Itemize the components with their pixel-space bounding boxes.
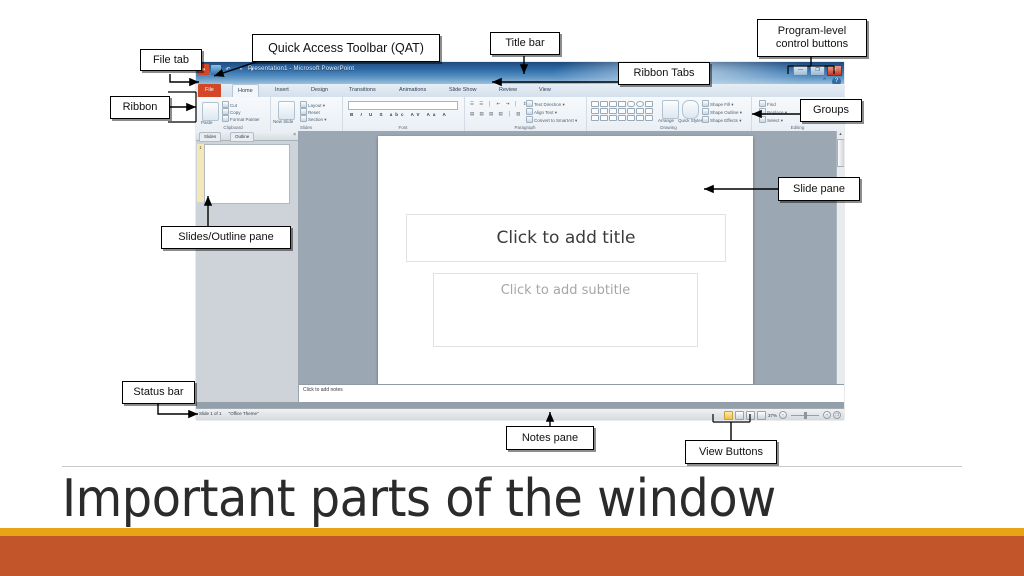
ribbon[interactable]: Paste Cut Copy Format Painter Clipboard … — [196, 97, 844, 132]
close-pane-icon[interactable]: × — [293, 132, 296, 139]
callout-ribbon-tabs: Ribbon Tabs — [618, 62, 710, 85]
minimize-ribbon-icon[interactable]: ⌃ — [820, 77, 829, 84]
view-button-reading-view[interactable] — [745, 410, 755, 420]
subtitle-placeholder[interactable]: Click to add subtitle — [433, 273, 698, 347]
zoom-in-button[interactable]: + — [823, 411, 831, 419]
accent-band-thin — [0, 528, 1024, 536]
quick-styles-button[interactable] — [682, 100, 699, 119]
section-button[interactable]: Section ▾ — [300, 115, 327, 124]
accent-band-thick — [0, 536, 1024, 576]
minimize-button[interactable]: — — [793, 65, 808, 76]
tab-review[interactable]: Review — [494, 84, 522, 97]
undo-icon[interactable]: ↶ — [223, 65, 233, 75]
view-button-normal[interactable] — [723, 410, 733, 420]
view-button-slide-show[interactable] — [756, 410, 766, 420]
callout-slides-outline-pane: Slides/Outline pane — [161, 226, 291, 249]
status-bar-right[interactable]: 37% − + ❐ — [723, 410, 841, 420]
callout-line-2: control buttons — [775, 38, 849, 50]
zoom-slider[interactable] — [791, 411, 819, 419]
status-bar[interactable]: Slide 1 of 1 "Office Theme" 37% − + ❐ — [196, 408, 844, 420]
slide-vertical-scrollbar[interactable]: ▲ ▼ — [836, 131, 844, 402]
format-painter-button[interactable]: Format Painter — [222, 115, 260, 124]
window-title-text: Presentation1 - Microsoft PowerPoint — [248, 66, 355, 72]
slide-thumbnail-number: 1 — [197, 144, 204, 202]
restore-button[interactable]: ❐ — [810, 65, 825, 76]
title-divider — [62, 466, 962, 467]
callout-slide-pane: Slide pane — [778, 177, 860, 201]
slides-outline-tabstrip[interactable]: Slides Outline × — [196, 131, 298, 142]
close-button[interactable]: ✕ — [827, 65, 842, 76]
ribbon-help-row[interactable]: ⌃ ? — [820, 77, 841, 84]
callout-quick-access-toolbar: Quick Access Toolbar (QAT) — [252, 34, 440, 62]
title-placeholder[interactable]: Click to add title — [406, 214, 726, 262]
ribbon-group-clipboard[interactable]: Paste Cut Copy Format Painter Clipboard — [196, 97, 271, 131]
callout-status-bar: Status bar — [122, 381, 195, 404]
powerpoint-body: Slides Outline × 1 Click to add title Cl… — [196, 131, 844, 420]
status-bar-left: Slide 1 of 1 "Office Theme" — [199, 411, 259, 416]
help-icon[interactable]: ? — [832, 77, 841, 84]
callout-program-level-control-buttons: Program-level control buttons — [757, 19, 867, 57]
fit-slide-button[interactable]: ❐ — [833, 411, 841, 419]
ribbon-group-slides[interactable]: New Slide Layout ▾ Reset Section ▾ Slide… — [270, 97, 343, 131]
tab-home[interactable]: Home — [232, 84, 259, 98]
program-level-control-buttons[interactable]: — ❐ ✕ — [793, 65, 842, 76]
presentation-slide: ● ↶ ↷ ▾ Presentation1 - Microsoft PowerP… — [0, 0, 1024, 576]
tab-design[interactable]: Design — [306, 84, 333, 97]
convert-to-smartart-button[interactable]: Convert to SmartArt ▾ — [526, 116, 577, 125]
zoom-out-button[interactable]: − — [779, 411, 787, 419]
quick-styles-label: Quick Styles — [678, 118, 704, 123]
shape-effects-button[interactable]: Shape Effects ▾ — [702, 116, 741, 125]
tab-slide-show[interactable]: Slide Show — [444, 84, 482, 97]
slide-canvas[interactable]: Click to add title Click to add subtitle — [378, 136, 753, 393]
slides-outline-pane[interactable]: Slides Outline × 1 — [196, 131, 299, 402]
save-icon[interactable] — [211, 64, 221, 75]
powerpoint-window: ● ↶ ↷ ▾ Presentation1 - Microsoft PowerP… — [196, 62, 844, 420]
new-slide-button[interactable] — [278, 101, 295, 120]
list-buttons[interactable]: ☰ ☰ │ ⇤ ⇥ │ ⇕ — [470, 101, 529, 108]
align-buttons[interactable]: ▤ ▤ ▤ ▤ │ ▥ — [470, 111, 522, 118]
callout-view-buttons: View Buttons — [685, 440, 777, 464]
tab-outline[interactable]: Outline — [230, 131, 255, 142]
ribbon-tabs[interactable]: File Home Insert Design Transitions Anim… — [196, 84, 844, 98]
scrollbar-thumb[interactable] — [837, 139, 844, 167]
callout-groups: Groups — [800, 99, 862, 122]
ribbon-group-drawing[interactable]: Arrange Quick Styles Shape Fill ▾ Shape … — [586, 97, 752, 131]
callout-line-1: Program-level — [777, 25, 847, 37]
paste-button[interactable] — [202, 102, 219, 121]
zoom-level: 37% — [767, 412, 777, 418]
callout-notes-pane: Notes pane — [506, 426, 594, 450]
callout-file-tab: File tab — [140, 49, 202, 71]
font-style-buttons[interactable]: B I U S abc AV Aa A — [350, 112, 449, 119]
slide-pane[interactable]: Click to add title Click to add subtitle… — [299, 131, 844, 402]
page-title: Important parts of the window — [62, 469, 776, 529]
arrange-button[interactable] — [662, 100, 679, 119]
tab-transitions[interactable]: Transitions — [344, 84, 381, 97]
tab-insert[interactable]: Insert — [270, 84, 294, 97]
notes-pane[interactable]: Click to add notes — [299, 384, 844, 402]
redo-icon[interactable]: ↷ — [235, 65, 245, 75]
scroll-up-arrow-icon[interactable]: ▲ — [837, 131, 844, 138]
callout-title-bar: Title bar — [490, 32, 560, 55]
tab-file[interactable]: File — [198, 84, 221, 97]
slide-thumbnail[interactable] — [204, 144, 290, 204]
tab-animations[interactable]: Animations — [394, 84, 431, 97]
font-name-box[interactable] — [348, 101, 458, 110]
ribbon-group-font[interactable]: B I U S abc AV Aa A Font — [342, 97, 465, 131]
tab-view[interactable]: View — [534, 84, 556, 97]
select-button[interactable]: Select ▾ — [759, 116, 783, 125]
slide-counter: Slide 1 of 1 — [199, 411, 222, 416]
theme-name: "Office Theme" — [228, 411, 259, 416]
tab-slides[interactable]: Slides — [199, 131, 222, 142]
view-button-slide-sorter[interactable] — [734, 410, 744, 420]
shapes-gallery[interactable] — [591, 101, 653, 121]
callout-ribbon: Ribbon — [110, 96, 170, 119]
ribbon-group-paragraph[interactable]: ☰ ☰ │ ⇤ ⇥ │ ⇕ ▤ ▤ ▤ ▤ │ ▥ Text Direction… — [464, 97, 587, 131]
title-bar: ● ↶ ↷ ▾ Presentation1 - Microsoft PowerP… — [196, 62, 844, 84]
arrange-label: Arrange — [658, 118, 675, 123]
